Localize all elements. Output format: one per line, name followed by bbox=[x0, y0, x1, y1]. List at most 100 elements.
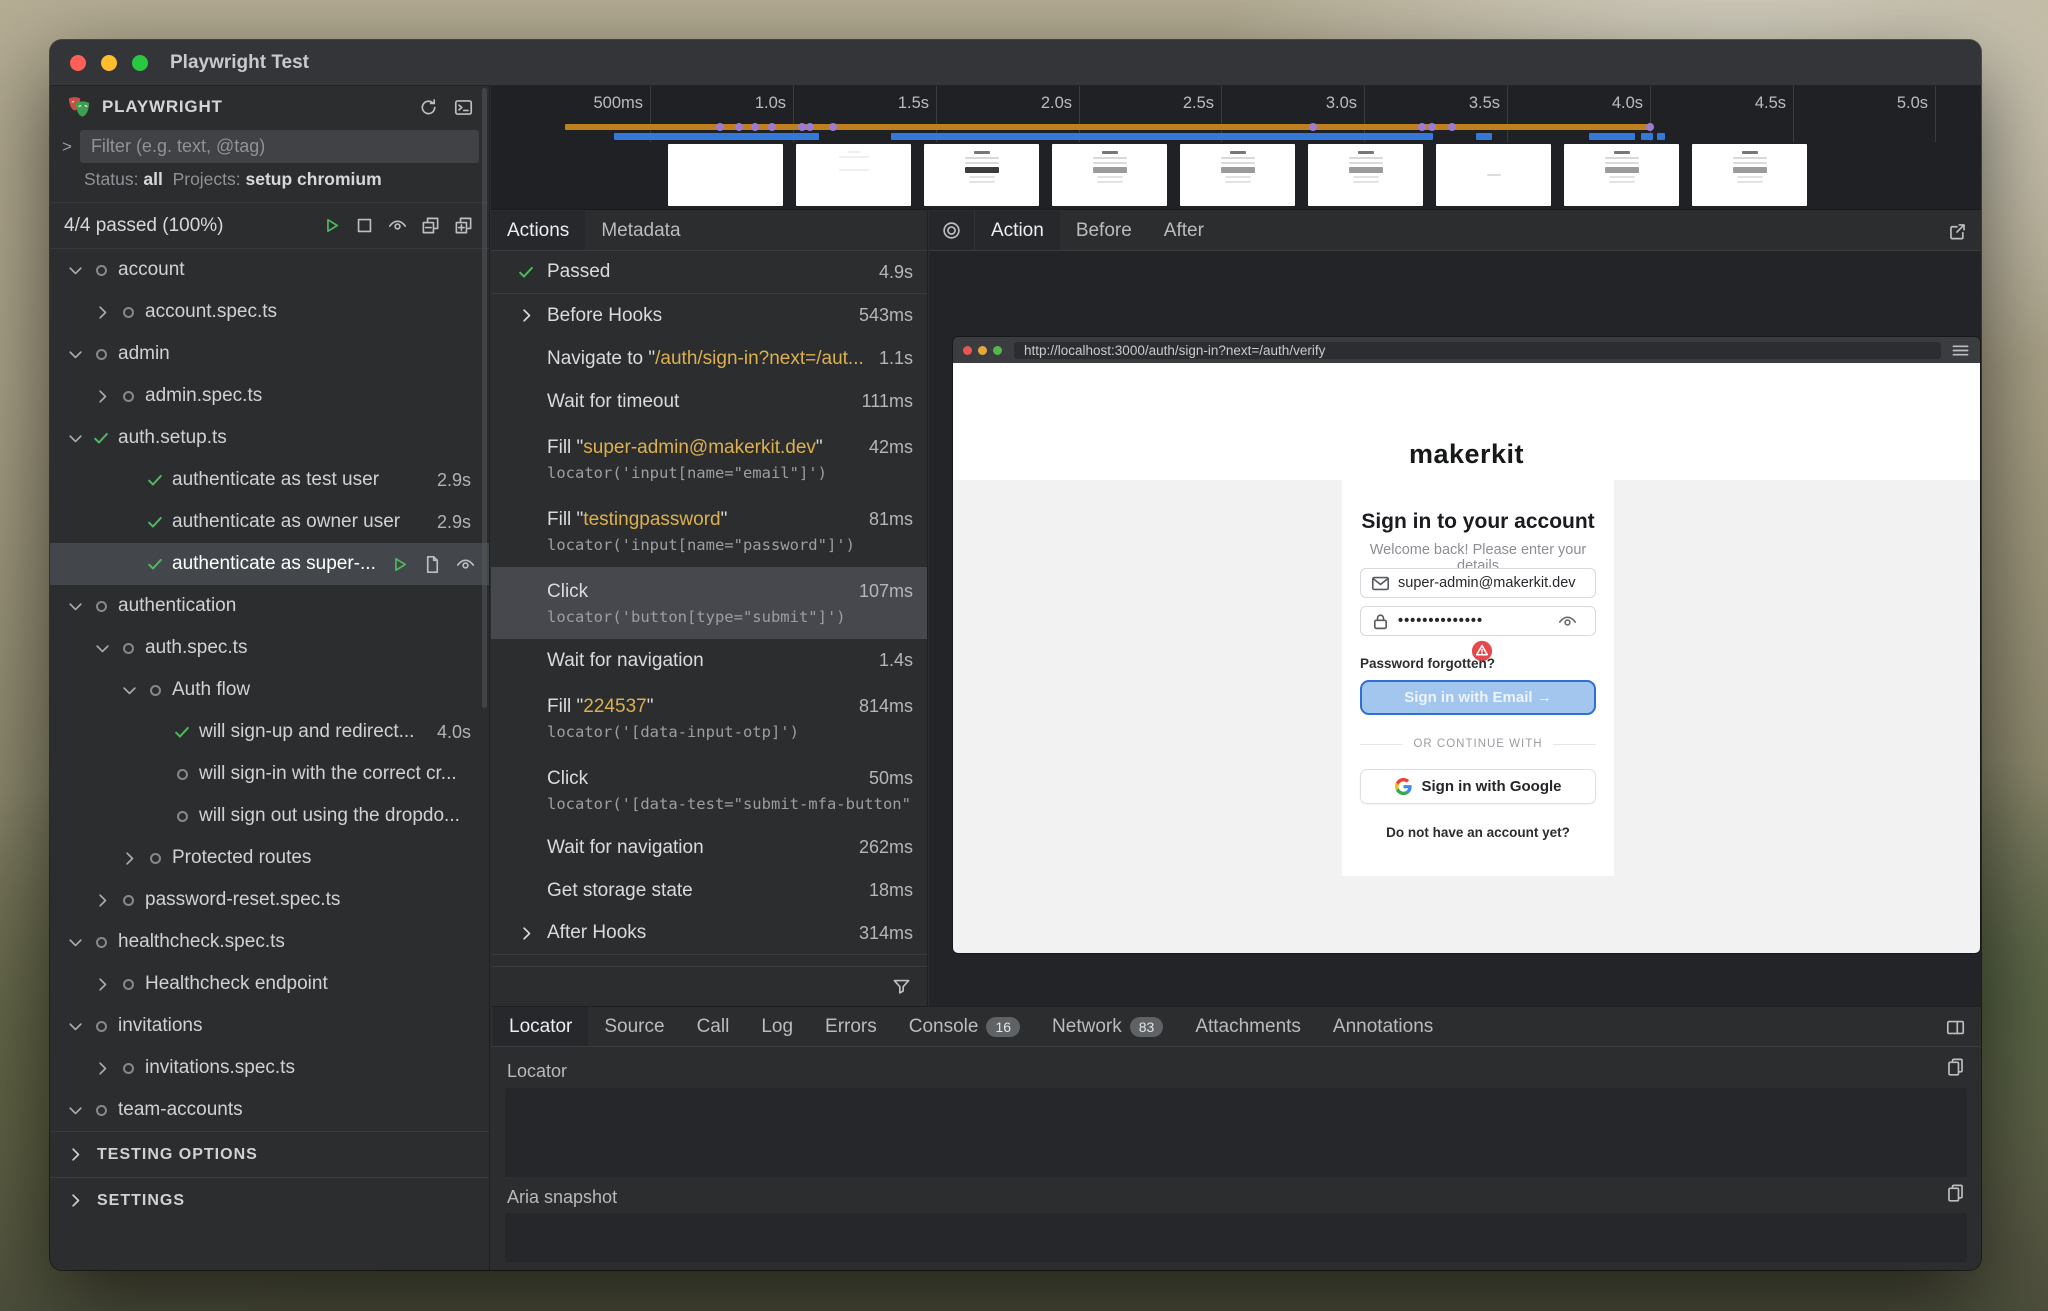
detail-tab-before[interactable]: Before bbox=[1060, 211, 1148, 250]
bottom-tab-console[interactable]: Console16 bbox=[893, 1007, 1036, 1046]
aria-editor[interactable] bbox=[505, 1213, 1967, 1262]
tree-item-auth-spec-ts[interactable]: auth.spec.ts bbox=[50, 627, 489, 669]
action-click[interactable]: Click50mslocator('[data-test="submit-mfa… bbox=[491, 754, 927, 826]
pick-locator-cell[interactable] bbox=[929, 211, 975, 250]
actions-filter-row bbox=[491, 966, 927, 1006]
signin-page: makerkit Sign in to your account Welcome… bbox=[953, 363, 1980, 953]
tree-item-password-reset-spec-ts[interactable]: password-reset.spec.ts bbox=[50, 879, 489, 921]
filmstrip-thumbnail[interactable] bbox=[924, 144, 1039, 206]
bottom-tab-errors[interactable]: Errors bbox=[809, 1007, 893, 1046]
action-fill-testingpassword[interactable]: Fill "testingpassword"81mslocator('input… bbox=[491, 495, 927, 567]
run-all-icon[interactable] bbox=[322, 216, 341, 235]
action-fill-224537[interactable]: Fill "224537"814mslocator('[data-input-o… bbox=[491, 682, 927, 754]
terminal-icon[interactable] bbox=[454, 98, 473, 117]
tree-item-account-spec-ts[interactable]: account.spec.ts bbox=[50, 291, 489, 333]
actions-tab-actions[interactable]: Actions bbox=[491, 211, 585, 250]
action-duration: 543ms bbox=[849, 305, 913, 326]
tree-item-auth-flow[interactable]: Auth flow bbox=[50, 669, 489, 711]
action-duration: 1.4s bbox=[869, 650, 913, 671]
filmstrip-thumbnail[interactable] bbox=[1436, 144, 1551, 206]
action-after-hooks[interactable]: After Hooks314ms bbox=[491, 912, 927, 955]
tree-item-invitations-spec-ts[interactable]: invitations.spec.ts bbox=[50, 1047, 489, 1089]
watch-icon[interactable] bbox=[456, 555, 475, 574]
action-wait-for-navigation[interactable]: Wait for navigation262ms bbox=[491, 826, 927, 869]
tree-item-authenticate-as-super[interactable]: authenticate as super-... bbox=[50, 543, 489, 585]
filmstrip-thumbnail[interactable] bbox=[1692, 144, 1807, 206]
tree-item-auth-setup-ts[interactable]: auth.setup.ts bbox=[50, 417, 489, 459]
tree-item-healthcheck-endpoint[interactable]: Healthcheck endpoint bbox=[50, 963, 489, 1005]
bottom-tab-network[interactable]: Network83 bbox=[1036, 1007, 1179, 1046]
tree-item-team-accounts[interactable]: team-accounts bbox=[50, 1089, 489, 1131]
tree-item-label: will sign-up and redirect... bbox=[199, 721, 414, 743]
tree-item-account[interactable]: account bbox=[50, 249, 489, 291]
file-icon[interactable] bbox=[423, 555, 442, 574]
action-wait-for-timeout[interactable]: Wait for timeout111ms bbox=[491, 380, 927, 423]
action-click[interactable]: Click107mslocator('button[type="submit"]… bbox=[491, 567, 927, 639]
action-get-storage-state[interactable]: Get storage state18ms bbox=[491, 869, 927, 912]
copy-locator-icon[interactable] bbox=[1946, 1057, 1965, 1076]
section-settings[interactable]: SETTINGS bbox=[50, 1177, 489, 1223]
detail-panel: ActionBeforeAfter http://localhost:3000/… bbox=[929, 211, 1981, 1006]
bottom-tab-locator[interactable]: Locator bbox=[493, 1007, 588, 1046]
titlebar: Playwright Test bbox=[50, 40, 1981, 86]
filter-funnel-icon[interactable] bbox=[892, 977, 911, 996]
action-fill-super-admin-makerkit-dev[interactable]: Fill "super-admin@makerkit.dev"42mslocat… bbox=[491, 423, 927, 495]
stop-icon[interactable] bbox=[355, 216, 374, 235]
filmstrip-thumbnail[interactable] bbox=[1180, 144, 1295, 206]
refresh-icon[interactable] bbox=[419, 98, 438, 117]
action-duration: 111ms bbox=[852, 391, 913, 412]
bottom-tab-attachments[interactable]: Attachments bbox=[1179, 1007, 1317, 1046]
tree-item-will-sign-up-and-redirect[interactable]: will sign-up and redirect...4.0s bbox=[50, 711, 489, 753]
filmstrip-thumbnail[interactable] bbox=[668, 144, 783, 206]
tree-item-authenticate-as-test-user[interactable]: authenticate as test user2.9s bbox=[50, 459, 489, 501]
aria-section-label: Aria snapshot bbox=[507, 1187, 617, 1208]
timeline-strip[interactable]: 500ms1.0s1.5s2.0s2.5s3.0s3.5s4.0s4.5s5.0… bbox=[491, 86, 1981, 210]
tree-item-authentication[interactable]: authentication bbox=[50, 585, 489, 627]
bottom-tab-call[interactable]: Call bbox=[681, 1007, 746, 1046]
zoom-button[interactable] bbox=[132, 55, 148, 71]
action-passed[interactable]: Passed4.9s bbox=[491, 251, 927, 294]
action-wait-for-navigation[interactable]: Wait for navigation1.4s bbox=[491, 639, 927, 682]
expand-all-icon[interactable] bbox=[454, 216, 473, 235]
detail-tab-action[interactable]: Action bbox=[975, 211, 1060, 250]
timeline-network-bar bbox=[1589, 133, 1635, 140]
section-testing-options[interactable]: TESTING OPTIONS bbox=[50, 1131, 489, 1177]
locator-editor[interactable] bbox=[505, 1088, 1967, 1177]
action-value: super-admin@makerkit.dev bbox=[583, 437, 816, 459]
close-button[interactable] bbox=[70, 55, 86, 71]
tree-item-admin-spec-ts[interactable]: admin.spec.ts bbox=[50, 375, 489, 417]
timeline-tick-label: 4.0s bbox=[1612, 94, 1650, 113]
tree-item-protected-routes[interactable]: Protected routes bbox=[50, 837, 489, 879]
action-navigate-to-auth-sign-in-next-aut[interactable]: Navigate to "/auth/sign-in?next=/aut...1… bbox=[491, 337, 927, 380]
watch-all-icon[interactable] bbox=[388, 216, 407, 235]
bottom-tab-source[interactable]: Source bbox=[588, 1007, 680, 1046]
filter-input[interactable]: Filter (e.g. text, @tag) bbox=[80, 130, 479, 163]
action-duration: 262ms bbox=[849, 837, 913, 858]
browser-zoom-dot bbox=[993, 346, 1002, 355]
filmstrip-thumbnail[interactable] bbox=[1308, 144, 1423, 206]
action-duration: 814ms bbox=[849, 696, 913, 717]
detail-tab-after[interactable]: After bbox=[1148, 211, 1220, 250]
tree-item-admin[interactable]: admin bbox=[50, 333, 489, 375]
minimize-button[interactable] bbox=[101, 55, 117, 71]
action-before-hooks[interactable]: Before Hooks543ms bbox=[491, 294, 927, 337]
filmstrip-thumbnail[interactable] bbox=[796, 144, 911, 206]
collapse-all-icon[interactable] bbox=[421, 216, 440, 235]
tree-scrollbar[interactable] bbox=[482, 88, 487, 708]
tree-item-will-sign-in-with-the-correct-cr[interactable]: will sign-in with the correct cr... bbox=[50, 753, 489, 795]
bottom-tab-log[interactable]: Log bbox=[745, 1007, 809, 1046]
actions-tab-metadata[interactable]: Metadata bbox=[585, 211, 696, 250]
filmstrip-thumbnail[interactable] bbox=[1564, 144, 1679, 206]
filmstrip-thumbnail[interactable] bbox=[1052, 144, 1167, 206]
toggle-panel-button[interactable] bbox=[1946, 1007, 1965, 1047]
action-duration: 50ms bbox=[859, 768, 913, 789]
tree-item-authenticate-as-owner-user[interactable]: authenticate as owner user2.9s bbox=[50, 501, 489, 543]
tree-item-invitations[interactable]: invitations bbox=[50, 1005, 489, 1047]
bottom-tab-annotations[interactable]: Annotations bbox=[1317, 1007, 1449, 1046]
filter-expand-chevron[interactable]: > bbox=[62, 137, 72, 157]
tree-item-healthcheck-spec-ts[interactable]: healthcheck.spec.ts bbox=[50, 921, 489, 963]
copy-aria-icon[interactable] bbox=[1946, 1183, 1965, 1202]
run-icon[interactable] bbox=[390, 555, 409, 574]
open-external-button[interactable] bbox=[1948, 211, 1967, 251]
tree-item-will-sign-out-using-the-dropdo[interactable]: will sign out using the dropdo... bbox=[50, 795, 489, 837]
